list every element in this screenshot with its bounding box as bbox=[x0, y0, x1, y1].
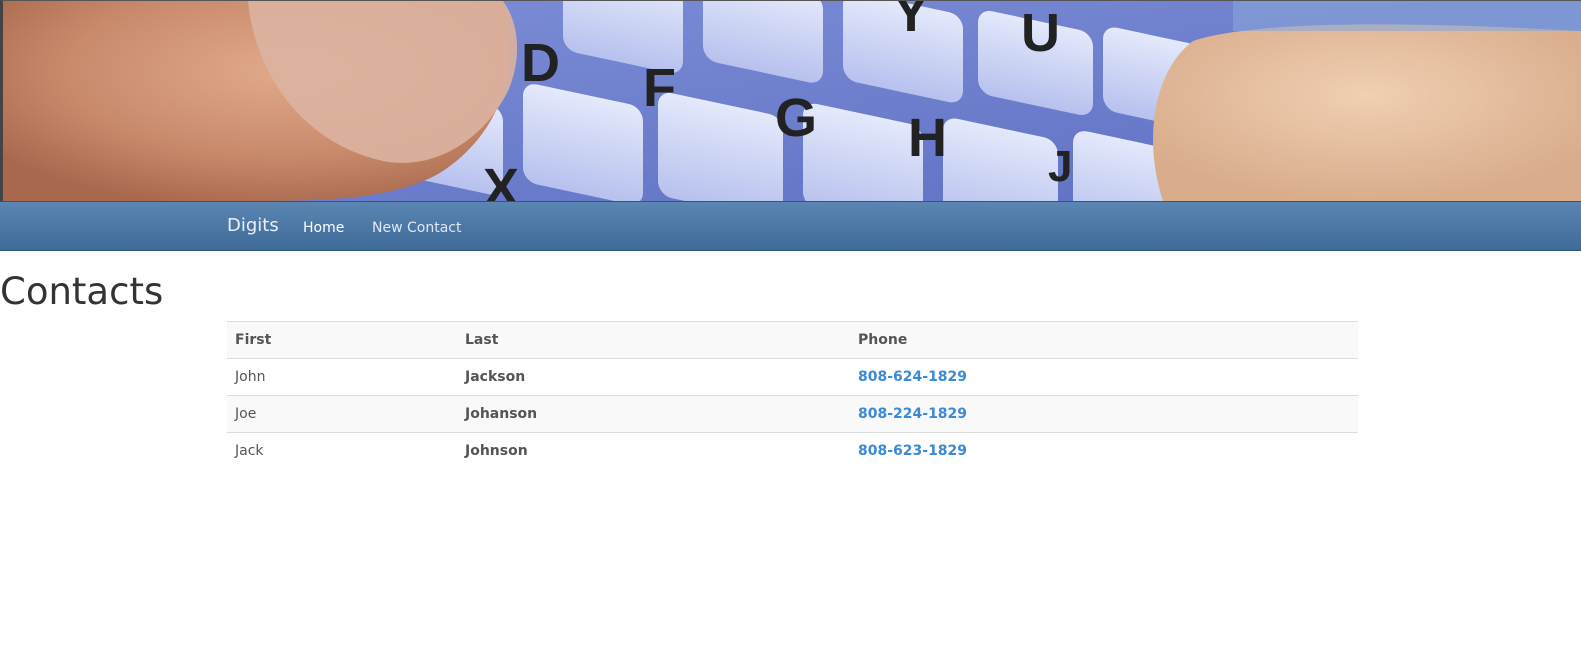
phone-link[interactable]: 808-624-1829 bbox=[858, 369, 967, 385]
header-last: Last bbox=[457, 321, 850, 359]
svg-text:Y: Y bbox=[893, 1, 929, 43]
cell-last: Johnson bbox=[457, 432, 850, 469]
svg-text:D: D bbox=[521, 33, 560, 93]
header-phone: Phone bbox=[850, 321, 1358, 359]
svg-text:J: J bbox=[1048, 142, 1072, 191]
svg-text:F: F bbox=[643, 58, 676, 118]
cell-phone: 808-624-1829 bbox=[850, 358, 1358, 396]
svg-text:X: X bbox=[483, 158, 519, 201]
cell-first: John bbox=[227, 358, 457, 396]
svg-text:U: U bbox=[1021, 3, 1060, 63]
cell-phone: 808-623-1829 bbox=[850, 432, 1358, 469]
table-row: John Jackson 808-624-1829 bbox=[227, 358, 1358, 396]
nav-home[interactable]: Home bbox=[303, 220, 344, 236]
table-row: Jack Johnson 808-623-1829 bbox=[227, 432, 1358, 469]
cell-phone: 808-224-1829 bbox=[850, 395, 1358, 433]
phone-link[interactable]: 808-224-1829 bbox=[858, 406, 967, 422]
phone-link[interactable]: 808-623-1829 bbox=[858, 443, 967, 459]
navbar: Digits Home New Contact bbox=[0, 201, 1581, 251]
cell-first: Jack bbox=[227, 432, 457, 469]
cell-last: Johanson bbox=[457, 395, 850, 433]
svg-text:G: G bbox=[775, 88, 817, 148]
nav-new-contact[interactable]: New Contact bbox=[372, 220, 461, 236]
header-banner-image: D F G H J X Y U bbox=[0, 0, 1581, 201]
cell-first: Joe bbox=[227, 395, 457, 433]
svg-text:H: H bbox=[908, 108, 947, 168]
cell-last: Jackson bbox=[457, 358, 850, 396]
page-title: Contacts bbox=[0, 270, 164, 313]
contacts-table: First Last Phone John Jackson 808-624-18… bbox=[227, 321, 1358, 469]
header-first: First bbox=[227, 321, 457, 359]
table-row: Joe Johanson 808-224-1829 bbox=[227, 395, 1358, 433]
brand-logo[interactable]: Digits bbox=[227, 215, 279, 236]
table-header-row: First Last Phone bbox=[227, 321, 1358, 359]
